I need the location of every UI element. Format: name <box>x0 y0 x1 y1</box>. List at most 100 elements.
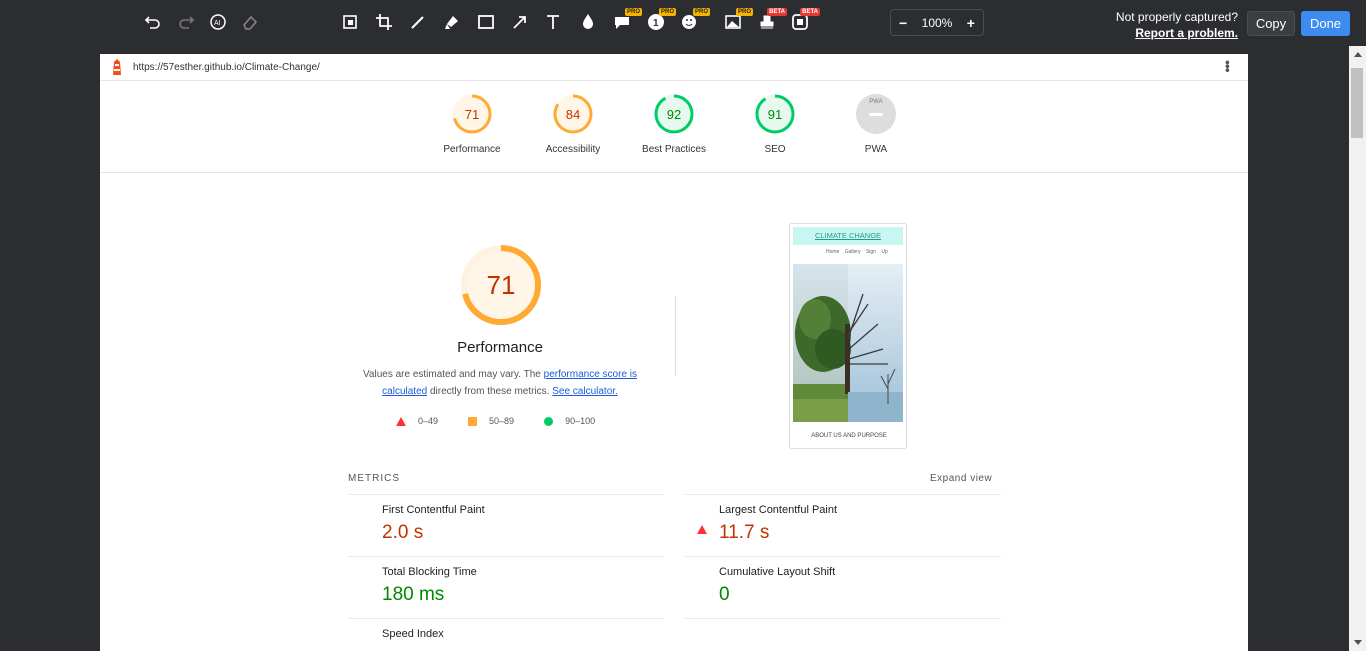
pwa-dash-icon <box>869 113 883 116</box>
image-insert-icon[interactable]: PRO <box>721 8 753 34</box>
legend-range: 0–49 <box>418 416 439 426</box>
eraser-icon[interactable] <box>238 10 262 34</box>
zoom-out-button[interactable]: − <box>899 15 907 31</box>
gauge-seo[interactable]: 91 SEO <box>725 93 825 155</box>
fail-triangle-icon <box>396 416 406 426</box>
metric-largest-contentful-paint: Largest Contentful Paint 11.7 s <box>685 494 1001 556</box>
frame-icon[interactable]: BETA <box>788 8 820 34</box>
preview-about: ABOUT US AND PURPOSE <box>811 433 887 439</box>
metric-name: Speed Index <box>382 628 444 640</box>
not-captured-text: Not properly captured? <box>1115 10 1238 24</box>
metric-first-contentful-paint: First Contentful Paint 2.0 s <box>348 494 664 556</box>
gauge-score: 91 <box>767 106 783 122</box>
crop-icon[interactable] <box>372 10 396 34</box>
text-icon[interactable] <box>541 10 565 34</box>
performance-score: 71 <box>486 269 516 300</box>
expand-view-button[interactable]: Expand view <box>930 473 992 484</box>
scroll-up-arrow-icon[interactable] <box>1354 52 1362 57</box>
scrollbar-thumb[interactable] <box>1351 68 1363 138</box>
scrollbar[interactable] <box>1349 46 1366 651</box>
legend-fail: 0–49 <box>396 416 438 426</box>
gauge-best-practices[interactable]: 92 Best Practices <box>624 93 724 155</box>
beta-badge: BETA <box>767 8 787 16</box>
divider <box>675 296 676 376</box>
zoom-in-button[interactable]: + <box>967 15 975 31</box>
metric-speed-index: Speed Index <box>348 618 664 651</box>
beta-badge: BETA <box>800 8 820 16</box>
score-gauges: 71 Performance 84 Accessibility 92 Best Pract… <box>100 81 1248 173</box>
emoji-icon[interactable]: PRO <box>678 8 710 34</box>
gauge-accessibility[interactable]: 84 Accessibility <box>523 93 623 155</box>
svg-text:AI: AI <box>214 20 221 27</box>
capture-feedback: Not properly captured? Report a problem. <box>1116 9 1238 41</box>
pen-icon[interactable] <box>406 10 430 34</box>
fail-triangle-icon <box>697 508 707 534</box>
copy-button[interactable]: Copy <box>1247 11 1295 36</box>
step-number-icon[interactable]: 1 PRO <box>644 8 676 34</box>
gauge-label: Accessibility <box>545 144 601 155</box>
done-button[interactable]: Done <box>1301 11 1350 36</box>
zoom-level: 100% <box>921 15 953 30</box>
auto-enhance-icon[interactable]: AI <box>206 10 230 34</box>
metric-name: Cumulative Layout Shift <box>719 566 836 578</box>
description-text: directly from these metrics. <box>427 386 553 397</box>
gauge-label: PWA <box>864 144 888 155</box>
legend-pass: 90–100 <box>544 416 595 426</box>
description-text: Values are estimated and may vary. The <box>362 369 544 380</box>
gauge-label: Best Practices <box>642 144 706 155</box>
gauge-label: Performance <box>443 144 501 155</box>
see-calculator-link[interactable]: See calculator. <box>552 386 618 397</box>
stamp-icon[interactable]: BETA <box>755 8 787 34</box>
undo-icon[interactable] <box>141 10 165 34</box>
pass-circle-icon <box>544 416 554 426</box>
metric-value: 180 ms <box>382 584 445 605</box>
tree-split-image <box>793 264 903 422</box>
metric-total-blocking-time: Total Blocking Time 180 ms <box>348 556 664 618</box>
metric-name: Total Blocking Time <box>382 566 477 578</box>
gauge-score: 71 <box>464 106 480 122</box>
pro-badge: PRO <box>658 8 676 16</box>
highlighter-icon[interactable] <box>440 10 464 34</box>
metrics-header: METRICS <box>348 473 400 484</box>
more-options-icon[interactable]: ••• <box>1220 60 1236 72</box>
metric-value: 0 <box>719 584 730 605</box>
redo-icon[interactable] <box>174 10 198 34</box>
page-screenshot-preview[interactable]: CLIMATE CHANGE Home Gallery Sign Up ABOU… <box>789 223 907 449</box>
gauge-pwa[interactable]: PWA PWA <box>826 93 926 155</box>
performance-description: Values are estimated and may vary. The p… <box>355 366 645 400</box>
metric-value: 11.7 s <box>719 522 770 543</box>
svg-text:1: 1 <box>653 18 659 29</box>
preview-site-title: CLIMATE CHANGE <box>793 227 903 245</box>
report-problem-link[interactable]: Report a problem. <box>1116 25 1238 41</box>
pro-badge: PRO <box>735 8 753 16</box>
report-url[interactable]: https://57esther.github.io/Climate-Chang… <box>133 62 320 73</box>
pro-badge: PRO <box>624 8 642 16</box>
average-square-icon <box>468 416 478 426</box>
lighthouse-logo-icon <box>113 59 121 75</box>
gauge-label: SEO <box>764 144 786 155</box>
preview-nav: Home Gallery Sign Up <box>826 249 888 255</box>
resize-icon[interactable] <box>338 10 362 34</box>
legend-average: 50–89 <box>468 416 514 426</box>
gauge-performance[interactable]: 71 Performance <box>422 93 522 155</box>
performance-title: Performance <box>457 339 543 356</box>
blur-drop-icon[interactable] <box>576 10 600 34</box>
metric-value: 2.0 s <box>382 522 424 543</box>
gauge-score: 92 <box>666 106 682 122</box>
pro-badge: PRO <box>692 8 710 16</box>
metric-name: First Contentful Paint <box>382 504 485 516</box>
gauge-score: 84 <box>565 106 581 122</box>
metric-divider <box>685 618 1001 619</box>
screenshot-toolbar: AI PRO 1 PRO PRO PRO BETA BETA − 100% + N… <box>0 0 1366 46</box>
lighthouse-report: https://57esther.github.io/Climate-Chang… <box>100 54 1248 651</box>
report-url-bar: https://57esther.github.io/Climate-Chang… <box>100 54 1248 81</box>
pwa-badge-text: PWA <box>869 99 883 105</box>
scroll-down-arrow-icon[interactable] <box>1354 640 1362 645</box>
score-legend: 0–49 50–89 90–100 <box>396 416 625 426</box>
callout-icon[interactable]: PRO <box>610 8 642 34</box>
rectangle-icon[interactable] <box>474 10 498 34</box>
metric-name: Largest Contentful Paint <box>719 504 838 516</box>
legend-range: 90–100 <box>565 416 596 426</box>
legend-range: 50–89 <box>489 416 515 426</box>
arrow-icon[interactable] <box>508 10 532 34</box>
